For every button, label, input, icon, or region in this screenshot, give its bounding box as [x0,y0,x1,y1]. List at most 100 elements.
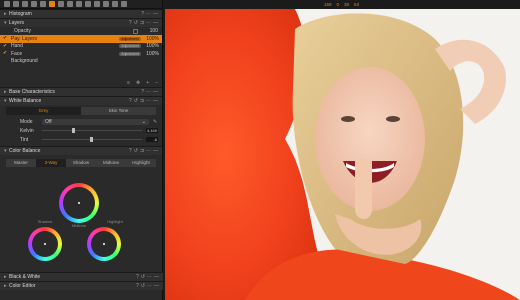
chevron-down-icon: ⌄ [141,118,146,125]
opacity-row: Opacity 100 [0,27,162,35]
minus-icon[interactable]: — [153,98,158,104]
reset-icon[interactable]: ↺ [141,274,145,280]
opacity-value[interactable]: 100 [144,28,158,34]
kelvin-slider[interactable] [42,128,142,133]
reset-icon[interactable]: ↺ [134,20,138,26]
help-icon[interactable]: ? [129,20,132,26]
tint-slider[interactable] [42,137,142,142]
image-viewer[interactable] [165,9,520,300]
black-white-header[interactable]: ▸ Black & White ? ↺ ⋯ — [0,272,163,281]
metadata-icon[interactable] [85,1,91,7]
camera-icon[interactable] [13,1,19,7]
more-icon[interactable]: ⋯ [146,148,151,154]
minus-icon[interactable]: — [153,148,158,154]
mode-value: Off [45,118,52,125]
opacity-lock-icon[interactable] [133,28,138,34]
black-white-title: Black & White [9,274,41,280]
picker-icon[interactable]: ✎ [153,119,158,125]
layer-item[interactable]: ✔ Hand Adjustment 100% [0,43,162,51]
layers-header[interactable]: ▾ Layers ? ↺ ⇉ ⋯ — [0,18,162,27]
batch-icon[interactable] [103,1,109,7]
crop-icon[interactable] [40,1,46,7]
layer-name: Face [11,50,23,57]
color-icon[interactable] [49,1,55,7]
tab-skin-tone[interactable]: Skin Tone [81,107,156,115]
portrait-photo [165,9,520,300]
more-icon[interactable]: ⋯ [146,89,151,95]
tint-slider-handle[interactable] [90,137,93,142]
layer-type-badge: Adjustment [119,51,141,56]
adjustments-icon[interactable] [76,1,82,7]
more-icon[interactable]: ⋯ [146,98,151,104]
readout-value-2: 0 [336,2,339,7]
more-icon[interactable]: ⋯ [146,11,151,17]
color-editor-header[interactable]: ▸ Color Editor ? ↺ ⋯ — [0,281,163,290]
minus-icon[interactable]: — [153,20,158,26]
readout-value-1: 159 [323,2,332,7]
reset-icon[interactable]: ↺ [141,283,145,289]
shadow-color-wheel[interactable] [28,227,62,261]
copy-icon[interactable]: ⇉ [140,98,144,104]
help-icon[interactable]: ? [141,89,144,95]
copy-icon[interactable]: ⇉ [140,148,144,154]
color-balance-header[interactable]: ▾ Color Balance ? ↺ ⇉ ⋯ — [0,146,162,155]
tab-grey[interactable]: Grey [6,107,81,115]
white-balance-header[interactable]: ▾ White Balance ? ↺ ⇉ ⋯ — [0,96,162,105]
reset-icon[interactable]: ↺ [134,98,138,104]
highlight-wheel-label: Highlight [107,219,123,224]
layer-item[interactable]: ✔ Pay. Layers Adjustment 100% [0,35,162,43]
color-balance-title: Color Balance [9,148,41,154]
wheel-handle[interactable] [78,202,80,204]
styles-icon[interactable] [112,1,118,7]
tool-panel: ▸ Histogram ? ⋯ — ▾ Layers ? ↺ ⇉ ⋯ — Opa… [0,0,163,300]
tab-master[interactable]: Master [6,159,36,167]
help-icon[interactable]: ? [141,11,144,17]
tab-highlight[interactable]: Highlight [126,159,156,167]
opacity-label: Opacity [14,28,31,34]
tab-3-way[interactable]: 3-Way [36,159,66,167]
layer-type-badge: Adjustment [119,36,141,41]
help-icon[interactable]: ? [129,98,132,104]
midtone-wheel-label: Midtone [71,223,87,228]
help-icon[interactable]: ? [136,283,139,289]
annotation-icon[interactable] [121,1,127,7]
minus-icon[interactable]: — [154,274,159,280]
highlight-color-wheel[interactable] [87,227,121,261]
layer-item[interactable]: Background [0,58,162,66]
lens-icon[interactable] [31,1,37,7]
more-icon[interactable]: ⋯ [147,274,152,280]
exposure-icon[interactable] [58,1,64,7]
more-icon[interactable]: ⋯ [147,283,152,289]
tab-shadow[interactable]: Shadow [66,159,96,167]
histogram-header[interactable]: ▸ Histogram ? ⋯ — [0,9,162,18]
help-icon[interactable]: ? [136,274,139,280]
tab-midtone[interactable]: Midtone [96,159,126,167]
wheel-handle[interactable] [103,243,105,245]
kelvin-slider-handle[interactable] [72,128,75,133]
minus-icon[interactable]: — [154,283,159,289]
remove-layer-icon[interactable]: − [155,80,158,86]
tint-value[interactable]: -6 [146,137,158,142]
add-layer-icon[interactable]: + [146,80,149,86]
more-icon[interactable]: ⋯ [146,20,151,26]
library-icon[interactable] [4,1,10,7]
midtone-color-wheel[interactable] [59,183,99,223]
minus-icon[interactable]: — [153,89,158,95]
info-icon[interactable] [22,1,28,7]
base-characteristics-header[interactable]: ▸ Base Characteristics ? ⋯ — [0,87,162,96]
mode-row: Mode Off ⌄ ✎ [0,117,162,126]
color-balance-tabs: Master 3-Way Shadow Midtone Highlight [6,159,156,167]
layer-item[interactable]: ✔ Face Adjustment 100% [0,50,162,58]
copy-icon[interactable]: ⇉ [140,20,144,26]
brush-icon[interactable]: ≡ [127,80,130,86]
kelvin-value[interactable]: 4,449 [146,128,158,133]
mode-select[interactable]: Off ⌄ [42,118,149,125]
shadow-wheel-label: Shadow [37,219,53,224]
reset-icon[interactable]: ↺ [134,148,138,154]
output-icon[interactable] [94,1,100,7]
details-icon[interactable] [67,1,73,7]
move-icon[interactable]: ✥ [136,80,140,86]
help-icon[interactable]: ? [129,148,132,154]
minus-icon[interactable]: — [153,11,158,17]
wheel-handle[interactable] [44,243,46,245]
